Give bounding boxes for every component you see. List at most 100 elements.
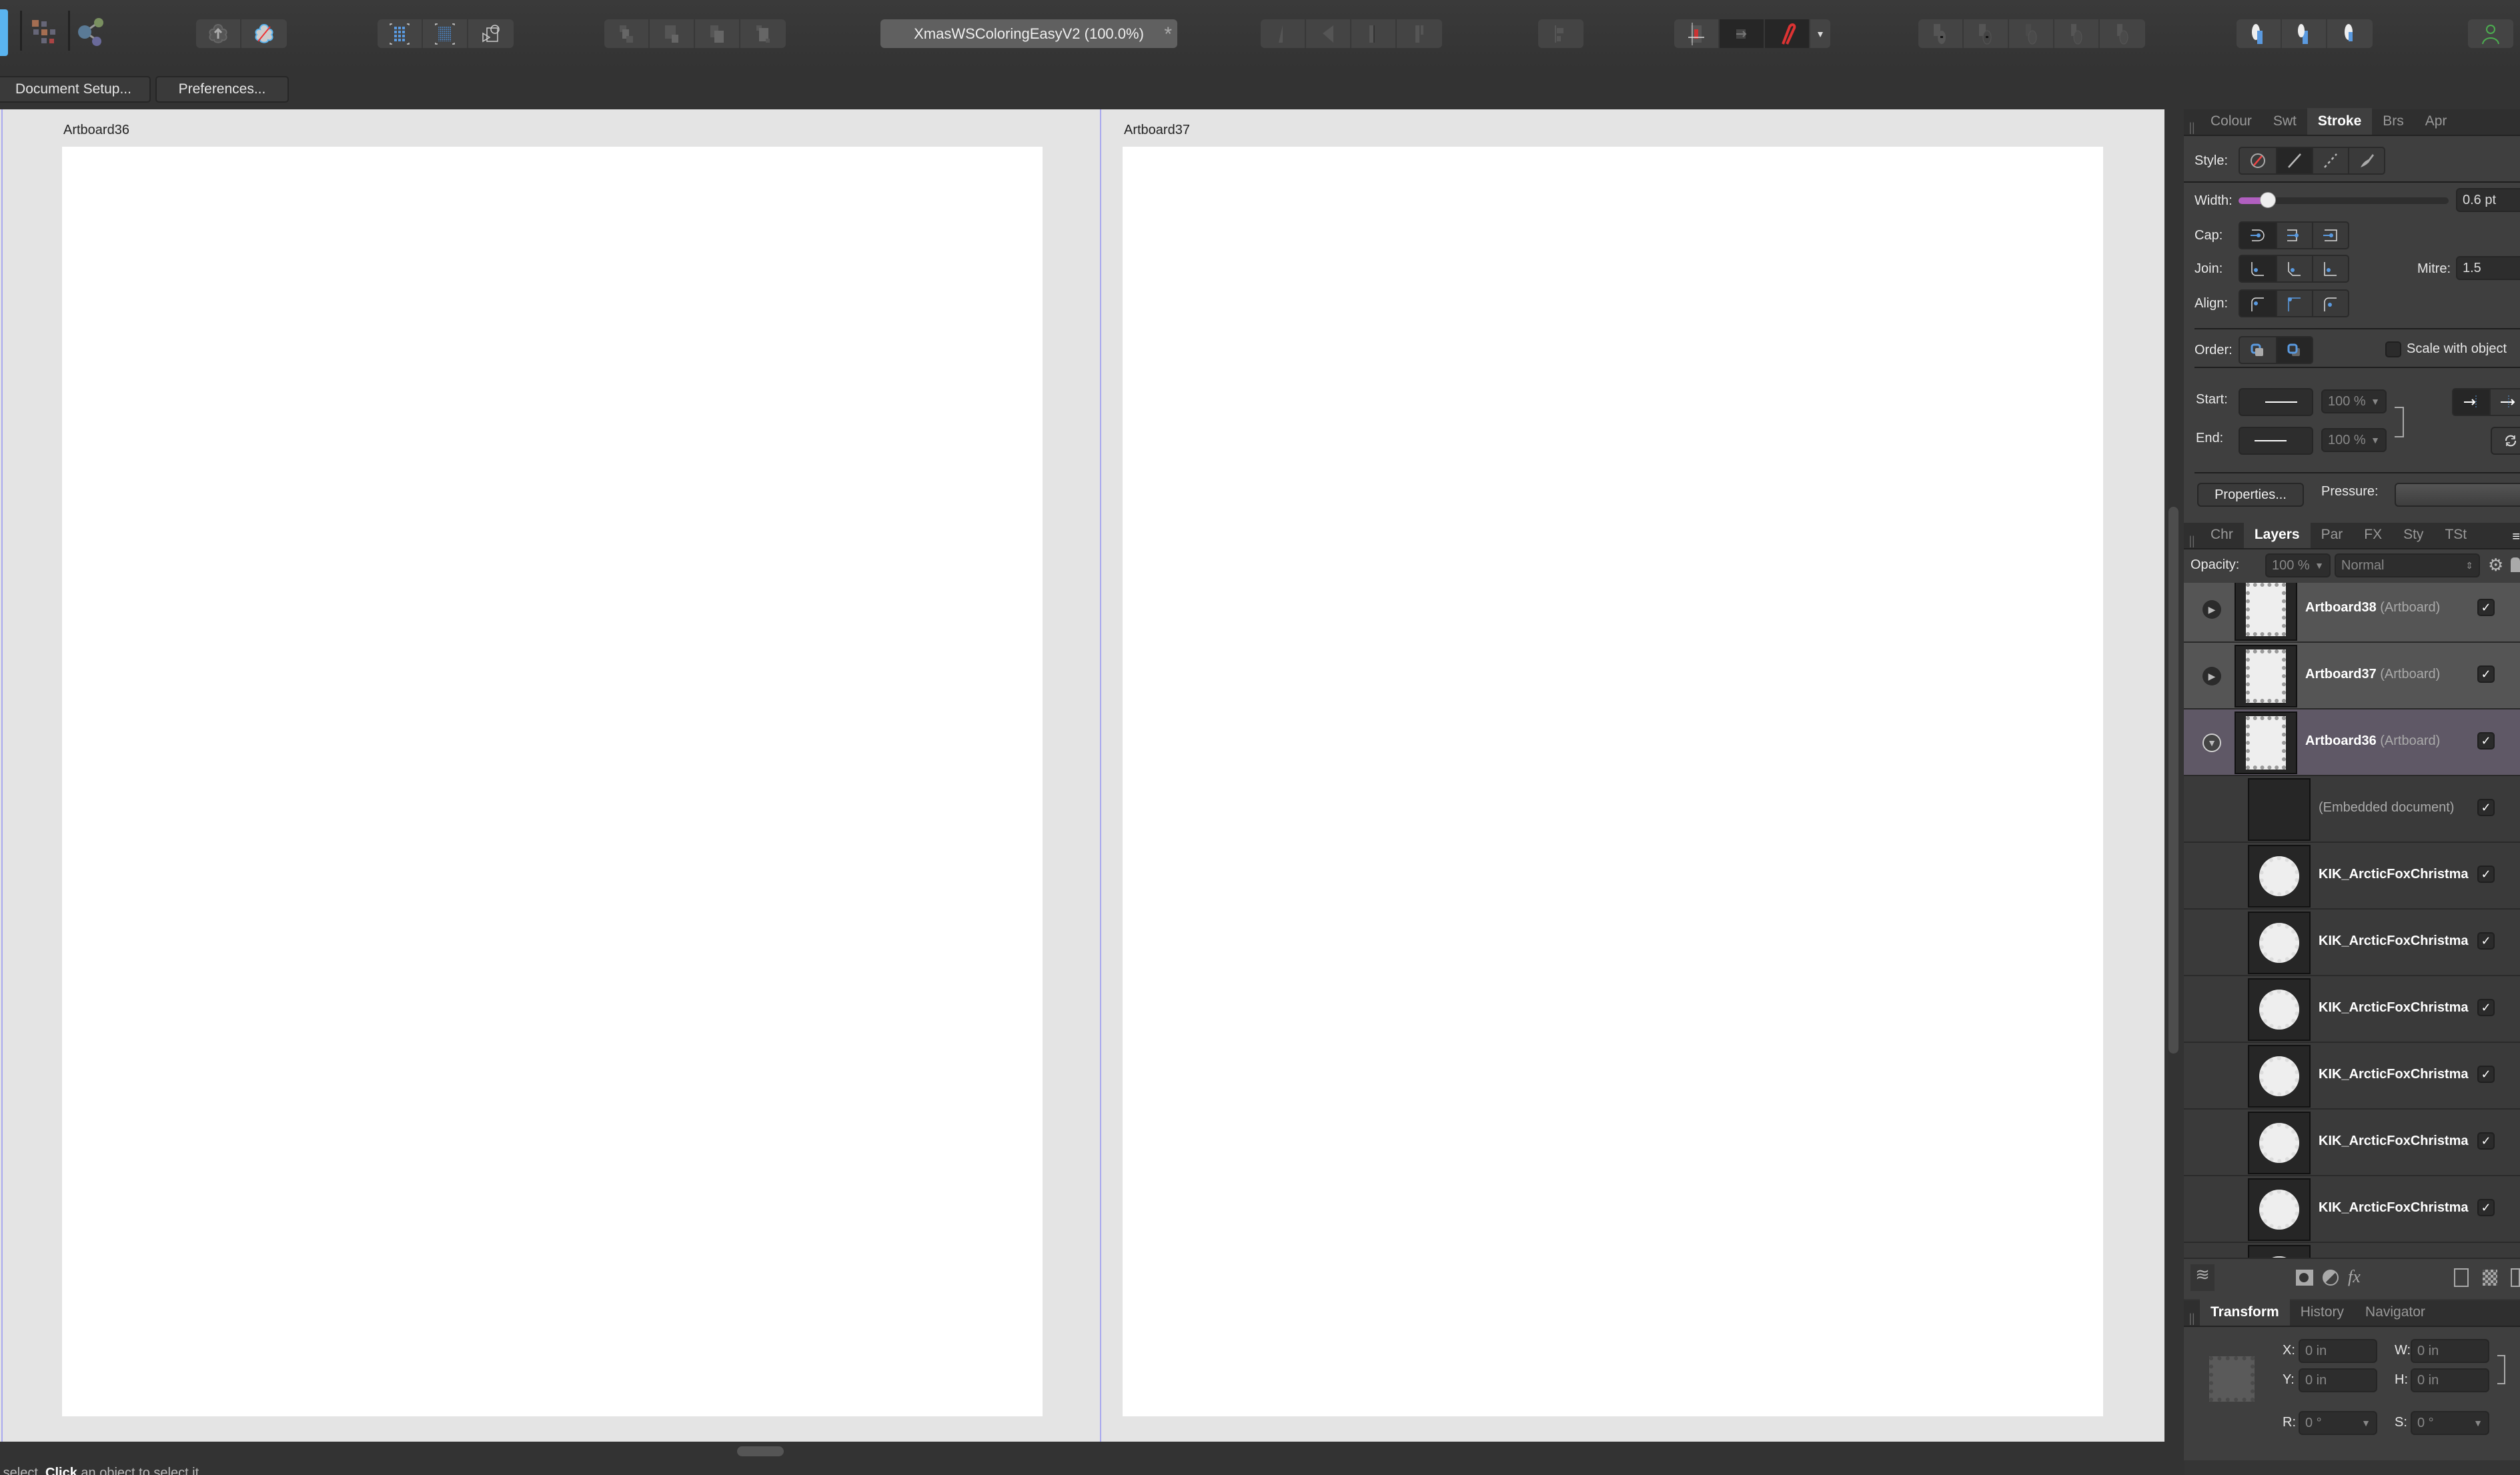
snap-to-guides-icon[interactable]: [1720, 19, 1765, 48]
tab-appearance[interactable]: Apr: [2415, 108, 2458, 135]
gear-icon[interactable]: ⚙: [2488, 555, 2503, 575]
arrange-forward-icon[interactable]: [695, 19, 740, 48]
snapping-options-icon[interactable]: [1674, 19, 1720, 48]
arrow-inside-icon[interactable]: [2453, 389, 2489, 415]
opacity-field[interactable]: 100 % ▼: [2265, 553, 2331, 577]
solid-line-icon[interactable]: [2276, 148, 2312, 173]
guide-line[interactable]: [1100, 109, 1101, 1442]
assistant-icon[interactable]: [196, 19, 241, 48]
boolean-intersect-icon[interactable]: [2009, 19, 2054, 48]
tab-paragraph[interactable]: Par: [2311, 521, 2354, 548]
layer-row[interactable]: KIK_ArcticFoxChristma✓: [2184, 1243, 2520, 1258]
arrow-outside-icon[interactable]: [2489, 389, 2520, 415]
snap-grid-icon[interactable]: [378, 19, 423, 48]
butt-cap-icon[interactable]: [2276, 223, 2312, 248]
no-stroke-icon[interactable]: [2240, 148, 2276, 173]
arrange-back-icon[interactable]: [604, 19, 650, 48]
x-field[interactable]: 0 in: [2299, 1339, 2377, 1363]
pressure-graph[interactable]: [2395, 483, 2520, 507]
magnet-snapping-icon[interactable]: [1765, 19, 1810, 48]
scale-with-object-checkbox[interactable]: [2385, 341, 2401, 357]
preferences-button[interactable]: Preferences...: [155, 76, 289, 103]
expand-arrow-icon[interactable]: ▶: [2202, 667, 2221, 685]
visibility-checkbox[interactable]: ✓: [2477, 1132, 2495, 1150]
pixel-persona-icon[interactable]: [30, 17, 63, 48]
square-cap-icon[interactable]: [2312, 223, 2348, 248]
flip-vertical-icon[interactable]: [1306, 19, 1351, 48]
visibility-checkbox[interactable]: ✓: [2477, 732, 2495, 750]
layer-row[interactable]: KIK_ArcticFoxChristma✓: [2184, 1110, 2520, 1176]
tab-stroke[interactable]: Stroke: [2307, 108, 2373, 135]
stroke-front-fill-icon[interactable]: [2276, 337, 2312, 363]
visibility-checkbox[interactable]: ✓: [2477, 799, 2495, 816]
adjustment-icon[interactable]: [2323, 1270, 2339, 1286]
layers-stack-icon[interactable]: ≋: [2190, 1264, 2215, 1291]
rotate-right-icon[interactable]: [1397, 19, 1442, 48]
tab-history[interactable]: History: [2290, 1299, 2355, 1326]
boolean-subtract-icon[interactable]: [1964, 19, 2009, 48]
arrange-front-icon[interactable]: [740, 19, 786, 48]
collapse-arrow-icon[interactable]: ▼: [2202, 733, 2221, 752]
end-scale-field[interactable]: 100 % ▼: [2321, 428, 2387, 452]
artboard-37[interactable]: [1123, 147, 2103, 1416]
layer-row-artboard[interactable]: ▶ Artboard38 (Artboard) ✓: [2184, 583, 2520, 643]
user-account-icon[interactable]: [2468, 19, 2513, 48]
tab-layers[interactable]: Layers: [2243, 521, 2311, 548]
insert-top-icon[interactable]: [2327, 19, 2373, 48]
mitre-field[interactable]: 1.5: [2456, 256, 2520, 280]
snap-shapes-icon[interactable]: [468, 19, 514, 48]
boolean-divide-icon[interactable]: [2100, 19, 2145, 48]
panel-grip-icon[interactable]: ||: [2184, 534, 2200, 548]
start-arrowhead-select[interactable]: [2239, 388, 2313, 416]
layer-row[interactable]: (Embedded document) ✓: [2184, 776, 2520, 843]
artboard-36[interactable]: [62, 147, 1043, 1416]
width-slider-handle[interactable]: [2260, 192, 2277, 208]
arrange-backward-icon[interactable]: [650, 19, 695, 48]
boolean-xor-icon[interactable]: [2054, 19, 2100, 48]
lock-aspect-icon[interactable]: [2497, 1355, 2505, 1384]
properties-button[interactable]: Properties...: [2197, 483, 2304, 507]
tab-fx[interactable]: FX: [2353, 521, 2393, 548]
panel-grip-icon[interactable]: ||: [2184, 1312, 2200, 1326]
tab-swatches[interactable]: Swt: [2263, 108, 2307, 135]
stroke-behind-fill-icon[interactable]: [2240, 337, 2276, 363]
tab-text-styles[interactable]: TSt: [2434, 521, 2477, 548]
panel-grip-icon[interactable]: ||: [2184, 121, 2200, 135]
tab-brushes[interactable]: Brs: [2372, 108, 2415, 135]
align-center-icon[interactable]: [2240, 291, 2276, 316]
bevel-join-icon[interactable]: [2276, 256, 2312, 281]
dashed-line-icon[interactable]: [2312, 148, 2348, 173]
visibility-checkbox[interactable]: ✓: [2477, 1066, 2495, 1083]
snap-dense-grid-icon[interactable]: [423, 19, 468, 48]
start-scale-field[interactable]: 100 % ▼: [2321, 389, 2387, 413]
canvas[interactable]: Artboard36 Artboard37: [0, 109, 2164, 1442]
delete-icon[interactable]: [2511, 1268, 2520, 1287]
round-cap-icon[interactable]: [2240, 223, 2276, 248]
layer-row-artboard[interactable]: ▶ Artboard37 (Artboard) ✓: [2184, 643, 2520, 709]
align-outside-icon[interactable]: [2312, 291, 2348, 316]
fx-icon[interactable]: fx: [2348, 1267, 2361, 1287]
blend-mode-select[interactable]: Normal ⇕: [2335, 553, 2480, 577]
guide-line[interactable]: [1, 109, 3, 1442]
anchor-point-selector[interactable]: [2209, 1356, 2255, 1402]
link-scale-icon[interactable]: [2395, 407, 2404, 437]
rotation-field[interactable]: 0 ° ▼: [2299, 1411, 2377, 1435]
align-inside-icon[interactable]: [2276, 291, 2312, 316]
export-persona-icon[interactable]: [77, 16, 107, 49]
tab-navigator[interactable]: Navigator: [2355, 1299, 2436, 1326]
y-field[interactable]: 0 in: [2299, 1368, 2377, 1392]
round-join-icon[interactable]: [2240, 256, 2276, 281]
expand-arrow-icon[interactable]: ▶: [2202, 600, 2221, 619]
width-field[interactable]: 0.6 pt: [2456, 188, 2520, 212]
panel-menu-icon[interactable]: ≡: [2512, 529, 2520, 545]
align-icon[interactable]: [1538, 19, 1584, 48]
add-pixel-layer-icon[interactable]: [2483, 1270, 2497, 1286]
tab-colour[interactable]: Colour: [2200, 108, 2263, 135]
dropdown-arrow-icon[interactable]: [1810, 19, 1830, 48]
w-field[interactable]: 0 in: [2411, 1339, 2489, 1363]
document-setup-button[interactable]: Document Setup...: [0, 76, 151, 103]
designer-persona-icon[interactable]: [0, 9, 8, 56]
insert-inside-icon[interactable]: [2237, 19, 2282, 48]
layer-row[interactable]: KIK_ArcticFoxChristma✓: [2184, 843, 2520, 910]
h-field[interactable]: 0 in: [2411, 1368, 2489, 1392]
